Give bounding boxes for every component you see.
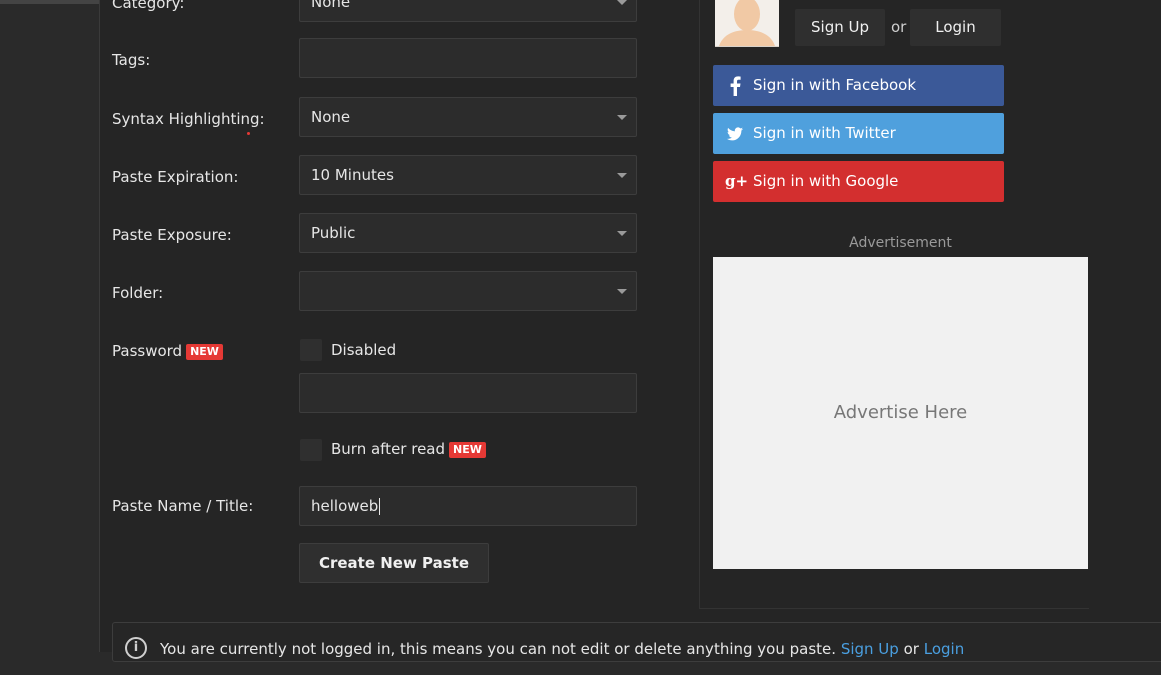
category-value: None [311,0,351,11]
title-label: Paste Name / Title: [112,497,254,515]
or-text: or [891,18,907,36]
tags-label: Tags: [112,51,151,69]
advertisement-label: Advertisement [849,235,952,251]
new-badge: NEW [186,343,223,360]
password-label-text: Password [112,342,183,360]
exposure-select[interactable]: Public [299,213,637,253]
password-checkbox[interactable] [300,339,322,361]
expiration-label: Paste Expiration: [112,168,239,186]
facebook-icon [725,65,745,106]
folder-select[interactable] [299,271,637,311]
exposure-value: Public [311,224,356,242]
login-notice: i You are currently not logged in, this … [112,622,1161,662]
twitter-signin-button[interactable]: Sign in with Twitter [713,113,1004,154]
tags-input[interactable] [299,38,637,78]
password-input[interactable] [299,373,637,413]
syntax-value: None [311,108,351,126]
signup-button[interactable]: Sign Up [795,9,885,46]
avatar-icon [715,0,779,46]
chevron-down-icon [617,231,627,236]
twitter-icon [725,113,745,154]
login-button[interactable]: Login [910,9,1001,46]
notice-text: You are currently not logged in, this me… [160,640,837,658]
info-icon: i [125,637,147,659]
new-badge: NEW [449,441,486,458]
notice-signup-link[interactable]: Sign Up [841,640,899,658]
title-input[interactable]: helloweb [299,486,637,526]
password-label: Password NEW [112,342,223,360]
text-cursor [379,498,381,515]
notice-or-text: or [903,640,919,658]
chevron-down-icon [617,289,627,294]
folder-label: Folder: [112,284,164,302]
spellcheck-marker [247,132,250,135]
expiration-value: 10 Minutes [311,166,394,184]
expiration-select[interactable]: 10 Minutes [299,155,637,195]
syntax-select[interactable]: None [299,97,637,137]
syntax-label: Syntax Highlighting: [112,110,265,128]
chevron-down-icon [617,173,627,178]
advertisement-box[interactable]: Advertise Here [713,257,1088,569]
facebook-signin-label: Sign in with Facebook [753,76,917,94]
advertise-here-text: Advertise Here [833,402,968,423]
notice-login-link[interactable]: Login [924,640,964,658]
google-signin-button[interactable]: g+ Sign in with Google [713,161,1004,202]
category-select[interactable]: None [299,0,637,22]
title-value: helloweb [311,497,379,515]
twitter-signin-label: Sign in with Twitter [753,124,896,142]
exposure-label: Paste Exposure: [112,226,232,244]
burn-label-text: Burn after read [331,440,446,458]
google-signin-label: Sign in with Google [753,172,899,190]
facebook-signin-button[interactable]: Sign in with Facebook [713,65,1004,106]
burn-checkbox-label[interactable]: Burn after read NEW [331,440,486,458]
chevron-down-icon [617,0,627,5]
create-paste-button[interactable]: Create New Paste [299,543,489,583]
google-plus-icon: g+ [725,172,749,190]
password-checkbox-label[interactable]: Disabled [331,341,396,359]
avatar [715,0,779,47]
category-label: Category: [112,0,185,12]
burn-checkbox[interactable] [300,439,322,461]
chevron-down-icon [617,115,627,120]
